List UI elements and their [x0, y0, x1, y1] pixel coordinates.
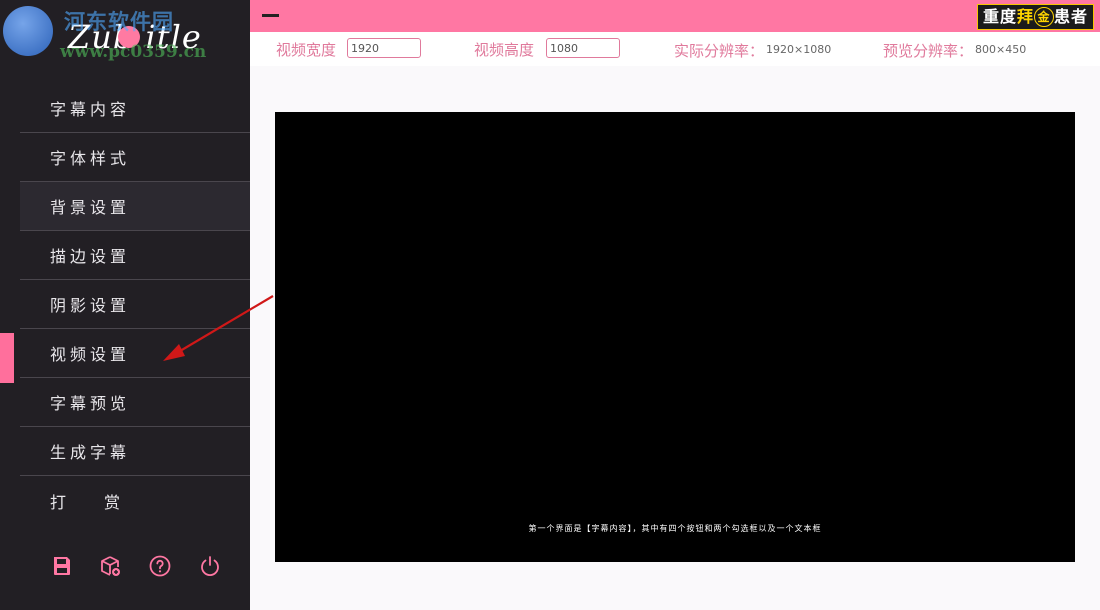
sidebar-item-generate-subtitle[interactable]: 生成字幕 — [20, 427, 250, 476]
sidebar-item-label: 视频设置 — [50, 345, 131, 364]
sidebar-item-font-style[interactable]: 字体样式 — [20, 133, 250, 182]
video-height-label: 视频高度 — [474, 41, 535, 59]
sidebar-item-label: 描边设置 — [50, 247, 131, 266]
sidebar-item-label: 字体样式 — [50, 149, 131, 168]
sidebar-item-label: 字幕预览 — [50, 394, 131, 413]
watermark-text: 患者 — [1053, 7, 1088, 26]
sidebar-item-label: 打赏 — [50, 492, 159, 512]
preview-resolution-value: 800×450 — [975, 43, 1027, 56]
sidebar-item-subtitle-content[interactable]: 字幕内容 — [20, 84, 250, 133]
power-button[interactable] — [196, 552, 224, 580]
sidebar-menu: 字幕内容 字体样式 背景设置 描边设置 阴影设置 视频设置 字幕预览 生成字幕 … — [20, 84, 250, 525]
preview-subtitle-text: 第一个界面是【字幕内容】，其中有四个按钮和两个勾选框以及一个文本框 — [528, 524, 822, 533]
video-settings-bar: 视频宽度 视频高度 实际分辨率： 1920×1080 预览分辨率： 800×45… — [250, 32, 1100, 66]
video-width-input[interactable] — [347, 38, 421, 58]
video-preview: 第一个界面是【字幕内容】，其中有四个按钮和两个勾选框以及一个文本框 — [275, 112, 1075, 562]
watermark-text: 拜 — [1016, 7, 1034, 26]
sidebar-item-reward[interactable]: 打赏 — [20, 476, 250, 525]
actual-resolution-value: 1920×1080 — [766, 43, 832, 56]
actual-resolution-label: 实际分辨率： — [674, 42, 765, 60]
video-height-input[interactable] — [546, 38, 620, 58]
preview-resolution-label: 预览分辨率： — [883, 42, 974, 60]
watermark-banner: 重度拜金患者 — [976, 4, 1094, 30]
sidebar-item-label: 阴影设置 — [50, 296, 131, 315]
sidebar-toolbar — [38, 552, 238, 582]
sidebar-item-shadow-settings[interactable]: 阴影设置 — [20, 280, 250, 329]
sidebar-item-subtitle-preview[interactable]: 字幕预览 — [20, 378, 250, 427]
sidebar-item-video-settings[interactable]: 视频设置 — [20, 329, 250, 378]
minimize-button[interactable] — [262, 14, 279, 17]
sidebar-item-label: 字幕内容 — [50, 100, 131, 119]
package-button[interactable] — [96, 552, 124, 580]
help-button[interactable] — [146, 552, 174, 580]
title-bar — [250, 0, 1100, 32]
save-icon — [54, 557, 70, 575]
sidebar-item-label: 背景设置 — [50, 198, 131, 217]
save-button[interactable] — [48, 552, 76, 580]
watermark-logo-icon — [3, 6, 53, 56]
watermark-text: 重度 — [982, 7, 1017, 26]
sidebar: Zub itle 河东软件园 www.pc0359.cn 字幕内容 字体样式 背… — [0, 0, 250, 610]
help-icon — [149, 555, 171, 577]
sidebar-item-stroke-settings[interactable]: 描边设置 — [20, 231, 250, 280]
video-width-label: 视频宽度 — [276, 41, 337, 59]
active-indicator — [0, 333, 14, 383]
sidebar-item-background-settings[interactable]: 背景设置 — [20, 182, 250, 231]
watermark-text: 金 — [1033, 7, 1054, 27]
app-logo: Zub itle 河东软件园 www.pc0359.cn — [0, 0, 250, 72]
power-icon — [201, 556, 219, 577]
watermark-site-name: 河东软件园 — [64, 10, 174, 34]
watermark-url: www.pc0359.cn — [60, 42, 207, 62]
sidebar-item-label: 生成字幕 — [50, 443, 131, 462]
package-icon — [101, 556, 120, 576]
